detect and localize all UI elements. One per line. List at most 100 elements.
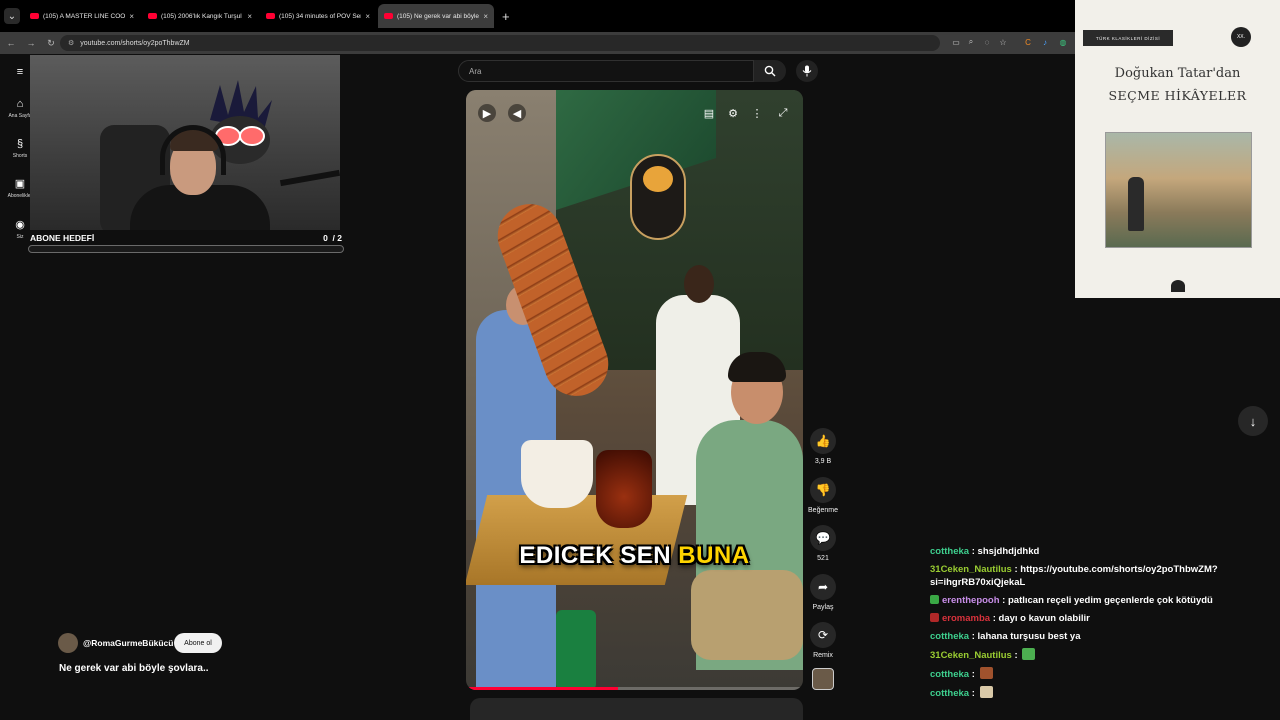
comments-icon: 💬 [815,531,831,545]
screen: ⌄ (105) A MASTER LINE COOK IN×(105) 2006… [0,0,1280,720]
tab-title: (105) 34 minutes of POV Servic [279,12,362,20]
close-tab-icon[interactable]: × [129,12,134,21]
eye-off-icon[interactable]: ◌ [981,36,993,48]
chat-message: cottheka : lahana turşusu best ya [930,630,1270,643]
chat-separator: : [1011,650,1021,661]
book-series: TÜRK KLASİKLERİ DİZİSİ [1083,30,1173,46]
chat-text: lahana turşusu best ya [977,631,1081,642]
close-tab-icon[interactable]: × [483,12,488,21]
subscriptions-icon: ▣ [14,178,26,190]
share-button[interactable]: ➦ [810,574,836,600]
close-tab-icon[interactable]: × [365,12,370,21]
volume-button[interactable]: ◀ [508,104,526,122]
browser-toolbar: ← → ↻ ⚙ youtube.com/shorts/oy2poThbwZM ▭… [0,32,1075,54]
screen-cast-icon[interactable]: ▭ [950,36,962,48]
search-placeholder: Ara [469,66,482,76]
browser-tab[interactable]: (105) A MASTER LINE COOK IN× [24,4,140,28]
cafe-sign [630,154,686,240]
webcam-overlay [30,55,340,230]
settings-icon[interactable]: ⚙ [724,104,742,122]
star-icon[interactable]: ☆ [997,36,1009,48]
reload-button[interactable]: ↻ [46,38,56,49]
tab-title: (105) 2006'lık Kangık Turşul Say [161,12,243,20]
chat-separator: : [969,631,978,642]
like-button[interactable]: 👍 [810,428,836,454]
chat-message: cottheka : [930,686,1270,700]
goal-label: ABONE HEDEFİ [30,233,95,243]
book-author: Doğukan Tatar'dan [1114,66,1241,81]
table-stand [556,610,596,690]
dislike-action: 👎 Beğenme [806,477,840,514]
chat-badge-icon [930,613,939,622]
fullscreen-icon[interactable]: ⤢ [774,104,792,122]
browser-tab[interactable]: (105) 2006'lık Kangık Turşul Say × [142,4,258,28]
chat-username[interactable]: eromamba [942,613,990,624]
channel-name[interactable]: @RomaGurmeBükücü [83,638,173,648]
browser-tab[interactable]: (105) 34 minutes of POV Servic × [260,4,376,28]
video-progress-bar[interactable] [466,687,803,690]
share-label: Paylaş [812,604,834,611]
remix-action: ⟳ Remix [806,622,840,659]
address-bar[interactable]: ⚙ youtube.com/shorts/oy2poThbwZM [60,35,940,51]
c-extension-icon[interactable]: C [1022,36,1034,48]
tab-search-button[interactable]: ⌄ [4,8,20,24]
chat-text: shsjdhdjdhkd [977,546,1040,557]
youtube-favicon-icon [30,13,39,19]
zoom-icon[interactable]: ⌕ [965,36,977,48]
chat-message: erenthepooh : patlıcan reçeli yedim geçe… [930,594,1270,607]
chat-username[interactable]: cottheka [930,669,969,680]
remix-button[interactable]: ⟳ [810,622,836,648]
back-button[interactable]: ← [6,38,16,48]
chat-separator: : [969,546,978,557]
chat-message: 31Ceken_Nautilus : https://youtube.com/s… [930,563,1270,589]
chat-username[interactable]: 31Ceken_Nautilus [930,564,1012,575]
voice-search-button[interactable] [796,60,818,82]
channel-avatar[interactable] [58,633,78,653]
customer-shorts [691,570,803,660]
video-progress-fill [466,687,618,690]
share-action: ➦ Paylaş [806,574,840,611]
like-label: 3,9 B [814,458,832,465]
comments-action: 💬 521 [806,525,840,562]
chat-username[interactable]: cottheka [930,688,969,699]
illustration-figure [1128,177,1144,231]
dislike-icon: 👎 [815,483,831,497]
play-button[interactable]: ▶ [478,104,496,122]
chat-username[interactable]: cottheka [930,631,969,642]
youtube-favicon-icon [384,13,393,19]
chat-username[interactable]: 31Ceken_Nautilus [930,650,1012,661]
subscribe-button[interactable]: Abone ol [174,633,222,653]
book-title: SEÇME HİKÂYELER [1108,88,1247,103]
sound-source-avatar[interactable] [812,668,834,690]
sidebar-item-label: Siz [16,234,24,240]
video-title[interactable]: Ne gerek var abi böyle şovlara.. [59,663,209,674]
captions-icon[interactable]: ▤ [700,104,718,122]
url-text: youtube.com/shorts/oy2poThbwZM [80,39,190,47]
site-info-icon[interactable]: ⚙ [68,39,74,47]
vpn-icon[interactable]: ◍ [1057,36,1069,48]
chat-separator: : [990,613,999,624]
new-tab-button[interactable]: + [498,9,510,24]
audio-icon[interactable]: ♪ [1039,36,1051,48]
chat-separator: : [999,595,1008,606]
chat-username[interactable]: erenthepooh [942,595,1000,606]
next-short-preview[interactable] [470,698,803,720]
sidebar-item-label: Abonelikler [7,193,33,199]
chat-username[interactable]: cottheka [930,546,969,557]
sidebar-item-label: Shorts [12,153,28,159]
goal-progress-bar [28,245,344,253]
next-video-button[interactable]: ↓ [1238,406,1268,436]
chat-text: dayı o kavun olabilir [998,613,1090,624]
browser-tab[interactable]: (105) Ne gerek var abi böyle şo × [378,4,494,28]
book-cover-overlay: TÜRK KLASİKLERİ DİZİSİ XX. Doğukan Tatar… [1075,0,1280,298]
shorts-video-player[interactable]: EDICEK SEN BUNA ▶ ◀ ▤ ⚙ ⋮ ⤢ [466,90,803,690]
more-options-icon[interactable]: ⋮ [748,104,766,122]
forward-button[interactable]: → [26,38,36,48]
dislike-button[interactable]: 👎 [810,477,836,503]
search-input[interactable]: Ara [458,60,754,82]
search-button[interactable] [754,60,786,82]
close-tab-icon[interactable]: × [247,12,252,21]
comments-button[interactable]: 💬 [810,525,836,551]
cafe-table [466,495,688,585]
large-mug [521,440,593,508]
